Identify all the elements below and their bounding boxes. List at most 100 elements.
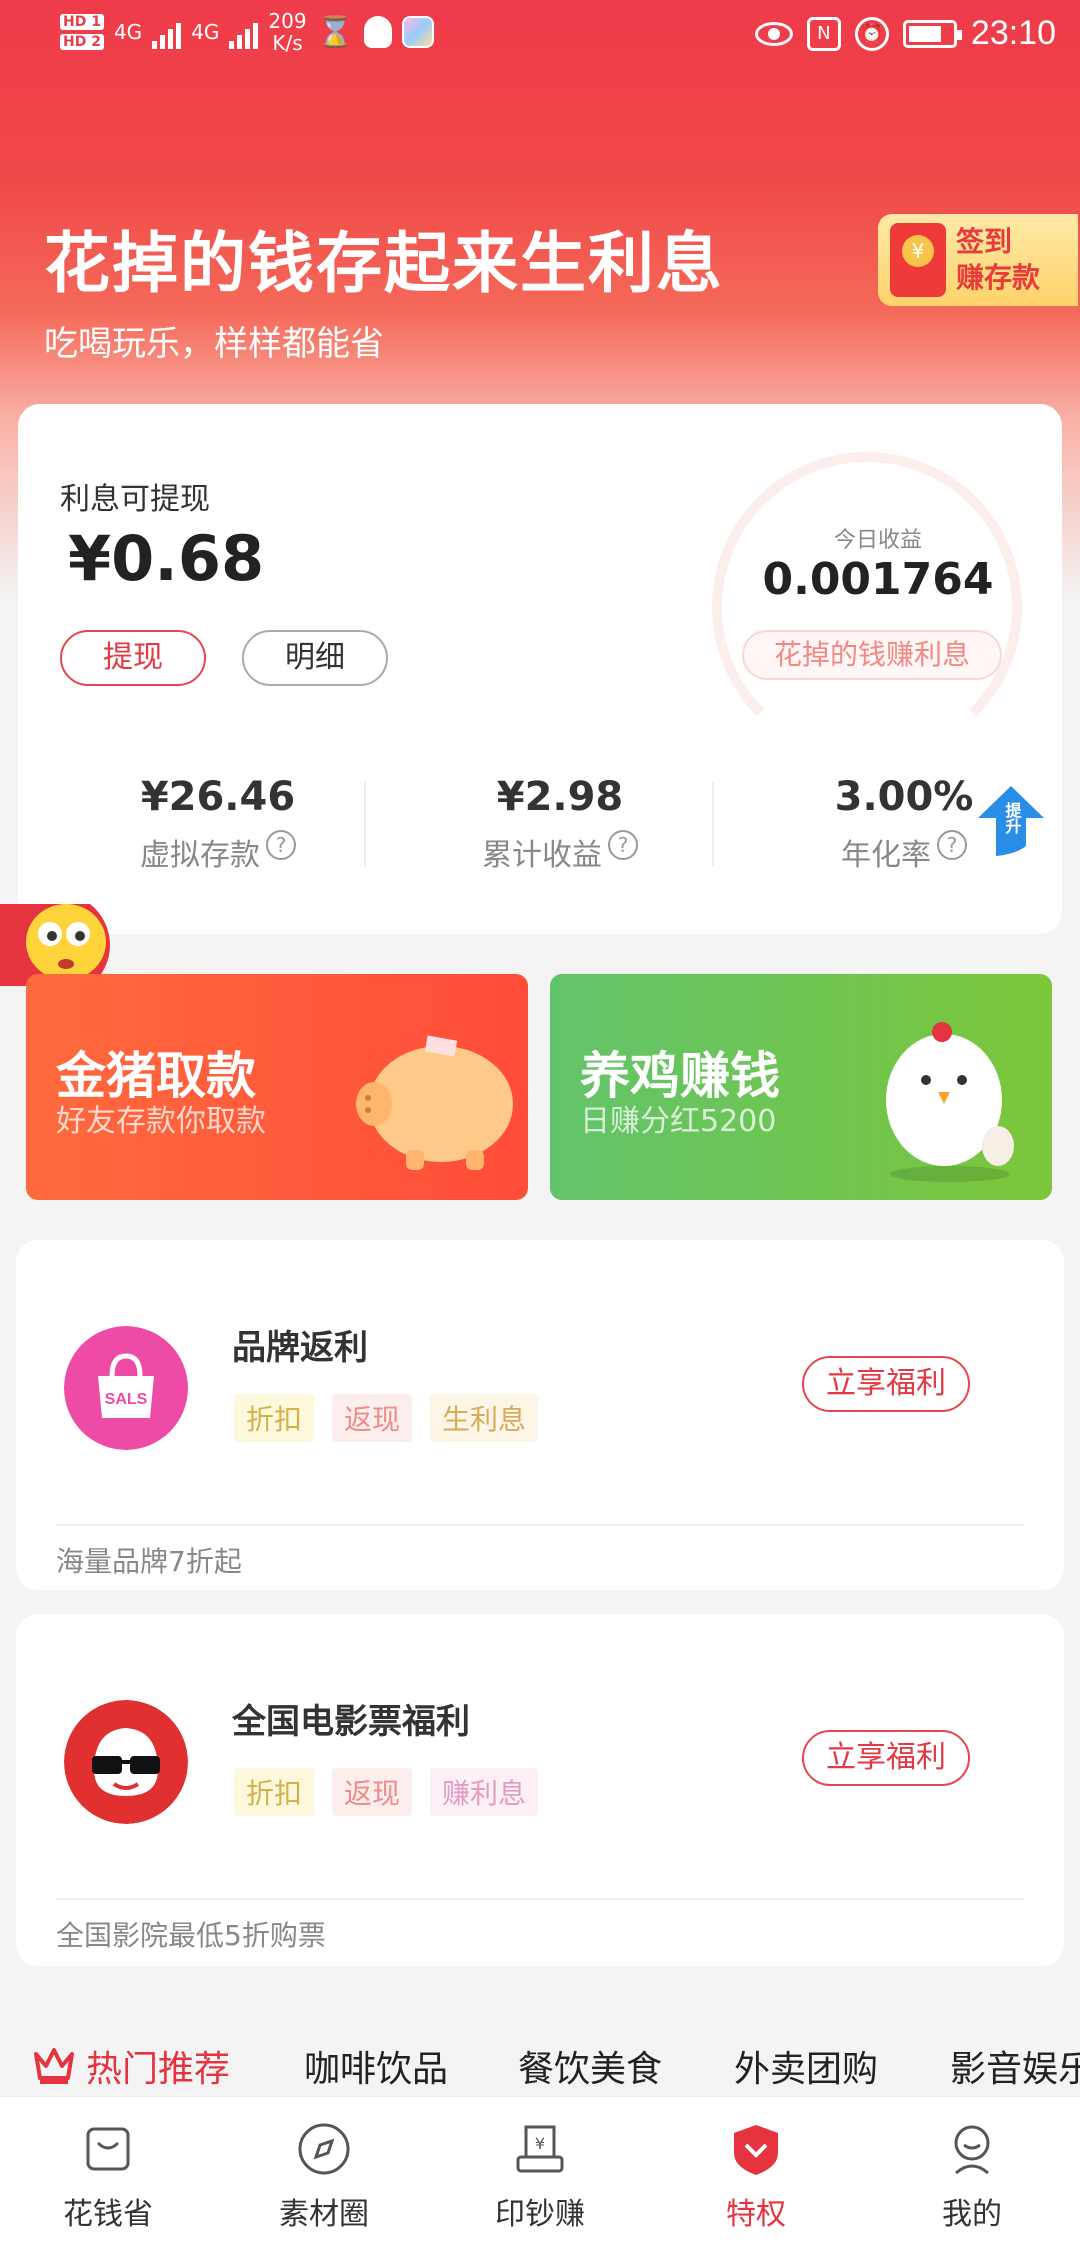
stat-label: 虚拟存款: [140, 838, 260, 873]
hero-title: 花掉的钱存起来生利息: [44, 225, 724, 302]
tag: 返现: [332, 1768, 413, 1816]
tab-hot-recommend[interactable]: 热门推荐: [86, 2040, 230, 2092]
interest-card: 利息可提现 ¥0.68 提现 明细 今日收益 0.001764 花掉的钱赚利息 …: [18, 404, 1062, 934]
movie-mascot-logo: [64, 1700, 188, 1824]
divider: [56, 1898, 1024, 1900]
net-speed-unit: K/s: [272, 31, 303, 55]
tag: 折扣: [234, 1768, 315, 1816]
item-title: 品牌返利: [232, 1328, 368, 1368]
today-earnings-label: 今日收益: [833, 528, 922, 553]
stat-total-earnings: ¥2.98 累计收益?: [420, 774, 700, 874]
signin-button[interactable]: 签到 赚存款: [878, 214, 1078, 306]
tab-takeout-groupbuy[interactable]: 外卖团购: [734, 2040, 878, 2092]
crown-icon: [34, 2048, 74, 2084]
red-envelope-icon: [890, 223, 946, 297]
clock: 23:10: [970, 14, 1056, 52]
item-footer: 海量品牌7折起: [56, 1545, 242, 1578]
stat-value: ¥26.46: [140, 774, 296, 820]
nav-item-spend-save[interactable]: 花钱省: [38, 2121, 178, 2233]
profile-icon: [954, 2125, 990, 2175]
interest-label: 利息可提现: [60, 482, 210, 517]
privilege-icon: [734, 2125, 778, 2175]
bag-icon: [86, 2127, 130, 2171]
nav-item-materials[interactable]: 素材圈: [254, 2121, 394, 2233]
tag: 生利息: [430, 1394, 539, 1442]
help-icon[interactable]: ?: [937, 830, 967, 860]
logo-text: SALS: [105, 1391, 148, 1408]
piggy-bank-icon: [356, 1035, 513, 1170]
nav-item-mine[interactable]: 我的: [902, 2121, 1042, 2233]
hd-indicators: HD 1 HD 2: [60, 14, 104, 50]
net-speed-value: 209: [268, 9, 307, 33]
divider: [712, 782, 714, 866]
help-icon[interactable]: ?: [608, 830, 638, 860]
alarm-icon: ⏰: [854, 16, 889, 51]
svg-text:¥: ¥: [535, 2134, 545, 2153]
nav-label: 我的: [942, 2197, 1002, 2232]
tab-coffee-drinks[interactable]: 咖啡饮品: [304, 2040, 448, 2092]
app-icon: [401, 16, 434, 48]
divider: [56, 1524, 1024, 1526]
category-tabs: 热门推荐 咖啡饮品 餐饮美食 外卖团购 影音娱乐: [0, 2036, 1080, 2096]
stat-label: 年化率: [841, 838, 931, 873]
claim-benefit-button[interactable]: 立享福利: [802, 1356, 970, 1412]
chicken-icon: [886, 1022, 1014, 1182]
stat-label: 累计收益: [482, 838, 602, 873]
signin-label: 签到 赚存款: [956, 224, 1040, 296]
promo-subtitle: 好友存款你取款: [56, 1104, 266, 1139]
brand-rebate-card[interactable]: SALS 品牌返利 折扣 返现 生利息 立享福利 海量品牌7折起: [16, 1240, 1064, 1590]
hd1-badge: HD 1: [60, 14, 104, 30]
help-icon[interactable]: ?: [266, 830, 296, 860]
nav-item-privilege[interactable]: 特权: [686, 2121, 826, 2233]
eye-icon: [754, 21, 793, 46]
item-footer: 全国影院最低5折购票: [56, 1919, 326, 1952]
withdraw-button[interactable]: 提现: [60, 630, 206, 686]
qq-icon: [363, 16, 392, 48]
item-tags: 折扣 返现 生利息: [234, 1394, 539, 1442]
hourglass-icon: ⌛: [316, 14, 354, 50]
nfc-icon: N: [806, 16, 841, 51]
tag: 返现: [332, 1394, 413, 1442]
tag: 折扣: [234, 1394, 315, 1442]
battery-icon: [902, 19, 962, 48]
signal-icon: [152, 15, 182, 49]
upgrade-arrow-icon[interactable]: 提升: [976, 784, 1046, 864]
tag: 赚利息: [430, 1768, 539, 1816]
earn-interest-tag[interactable]: 花掉的钱赚利息: [742, 630, 1002, 680]
movie-ticket-card[interactable]: 全国电影票福利 折扣 返现 赚利息 立享福利 全国影院最低5折购票: [16, 1614, 1064, 1966]
today-earnings-value: 0.001764: [762, 554, 994, 605]
compass-icon: [298, 2123, 350, 2175]
tab-food-dining[interactable]: 餐饮美食: [518, 2040, 662, 2092]
item-title: 全国电影票福利: [232, 1702, 470, 1742]
gold-pig-card[interactable]: 金猪取款 好友存款你取款: [26, 974, 528, 1200]
bottom-nav: 花钱省 素材圈 ¥ 印钞赚 特权 我的: [0, 2096, 1080, 2244]
promo-subtitle: 日赚分红5200: [580, 1104, 777, 1139]
signin-label-line2: 赚存款: [956, 261, 1041, 294]
nav-label: 花钱省: [63, 2197, 153, 2232]
signal-icon-2: [229, 15, 259, 49]
shopping-bag-logo: SALS: [64, 1326, 188, 1450]
divider: [364, 782, 366, 866]
stat-virtual-deposit: ¥26.46 虚拟存款?: [78, 774, 358, 874]
upgrade-badge-text: 提升: [1003, 802, 1022, 835]
net-speed: 209 K/s: [268, 10, 306, 54]
nav-label: 特权: [726, 2197, 786, 2232]
hd2-badge: HD 2: [60, 34, 104, 50]
detail-button[interactable]: 明细: [242, 630, 388, 686]
svg-text:?: ?: [110, 891, 125, 921]
network-type-2: 4G: [191, 20, 220, 44]
raise-chicken-card[interactable]: 养鸡赚钱 日赚分红5200: [550, 974, 1052, 1200]
nav-label: 印钞赚: [495, 2197, 585, 2232]
hero-subtitle: 吃喝玩乐，样样都能省: [44, 324, 384, 364]
nav-item-print-money[interactable]: ¥ 印钞赚: [470, 2121, 610, 2233]
tab-entertainment[interactable]: 影音娱乐: [950, 2040, 1080, 2092]
interest-amount: ¥0.68: [68, 522, 265, 595]
network-type-1: 4G: [113, 20, 143, 44]
signin-label-line1: 签到: [956, 225, 1013, 258]
claim-benefit-button[interactable]: 立享福利: [802, 1730, 970, 1786]
stat-value: ¥2.98: [496, 774, 624, 820]
printer-icon: ¥: [516, 2125, 564, 2173]
status-bar: HD 1 HD 2 4G 4G 209 K/s ⌛ N ⏰ 23:10: [0, 0, 1080, 72]
earnings-gauge: [712, 452, 1022, 762]
item-tags: 折扣 返现 赚利息: [234, 1768, 539, 1816]
